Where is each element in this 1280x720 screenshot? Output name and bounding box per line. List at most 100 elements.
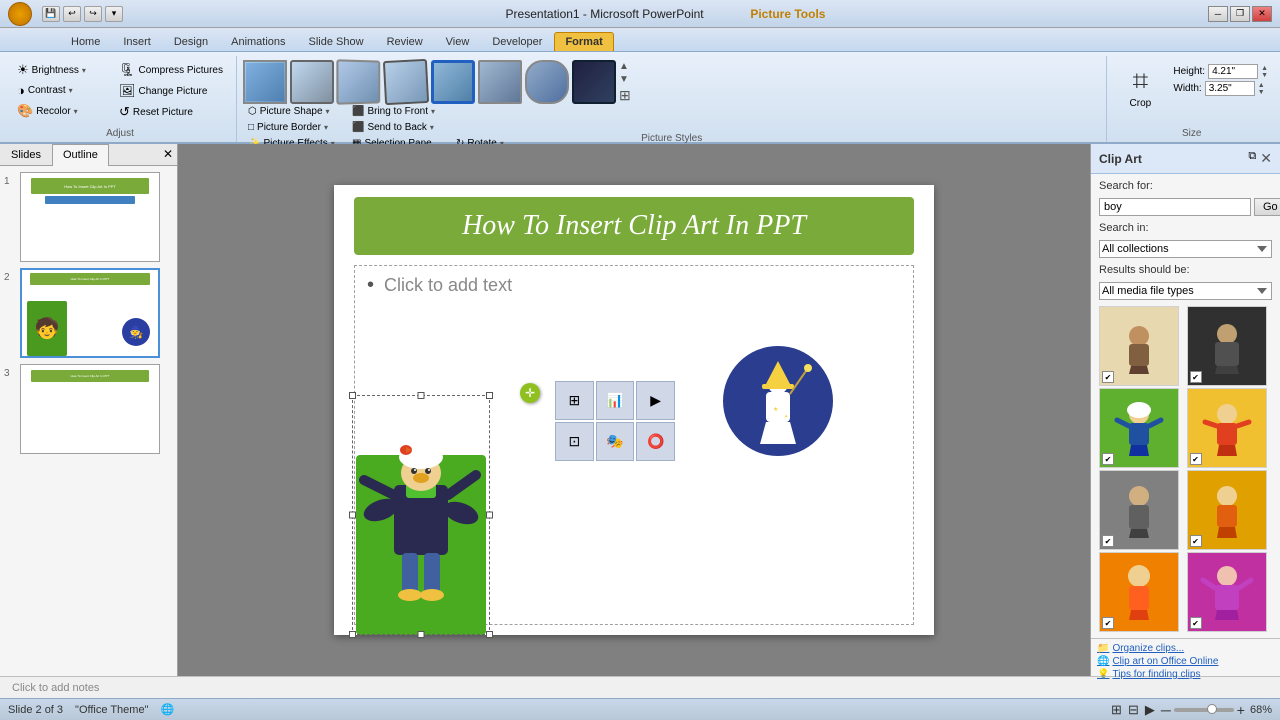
zoom-slider[interactable] [1174,708,1234,712]
reset-picture-button[interactable]: ↺ Reset Picture [114,102,228,122]
tab-review[interactable]: Review [376,32,434,51]
slide-title-text: How To Insert Clip Art In PPT [462,210,806,242]
pic-style-3[interactable] [336,59,380,104]
save-icon[interactable]: 💾 [42,6,60,22]
results-select[interactable]: All media file types [1099,282,1272,300]
picture-shape-button[interactable]: ⬡ Picture Shape ▾ [243,104,343,119]
clipart-panel: Clip Art ⧉ ✕ Search for: Go Search in: A… [1090,144,1280,676]
pic-style-8[interactable] [572,60,616,104]
zoom-thumb[interactable] [1207,704,1217,714]
clipart-panel-close[interactable]: ✕ [1260,150,1272,167]
zoom-in-button[interactable]: + [1237,702,1245,718]
picture-icon[interactable]: ⊡ [555,422,594,461]
theme-info: "Office Theme" [75,704,148,716]
clipart-item-6[interactable]: ✔ [1187,470,1267,550]
height-input[interactable] [1208,64,1258,79]
tab-design[interactable]: Design [163,32,219,51]
pic-style-7[interactable] [525,60,569,104]
clipart-icon[interactable]: 🎭 [596,422,635,461]
slideshow-icon[interactable]: ▶ [1145,702,1155,718]
close-button[interactable]: ✕ [1252,6,1272,22]
clipart-item-1[interactable]: ✔ [1099,306,1179,386]
change-picture-button[interactable]: 🖼 Change Picture [114,81,228,101]
handle-bl[interactable] [349,631,356,638]
slide-sorter-icon[interactable]: ⊟ [1128,702,1139,718]
clipart-item-2[interactable]: ✔ [1187,306,1267,386]
click-to-add-text[interactable]: • Click to add text [355,266,913,305]
clipart-item-3[interactable]: ✔ [1099,388,1179,468]
brightness-button[interactable]: ☀ Brightness ▾ [12,60,112,80]
pic-style-1[interactable] [243,60,287,104]
tab-slides[interactable]: Slides [0,144,52,165]
pic-styles-scroll[interactable]: ▲ ▼ ⊞ [619,61,631,104]
slide-item-3[interactable]: 3 How To Insert Clip Art In PPT [4,364,173,454]
smartart-icon[interactable]: ▶ [636,381,675,420]
tips-link[interactable]: 💡 Tips for finding clips [1097,669,1274,680]
handle-tm[interactable] [418,392,425,399]
chart-icon[interactable]: 📊 [596,381,635,420]
tab-outline[interactable]: Outline [52,144,109,166]
compress-button[interactable]: 🗜 Compress Pictures [114,60,228,80]
clipart-item-8[interactable]: ✔ [1187,552,1267,632]
cartoon-boy-container[interactable]: ✛ [352,395,490,635]
minimize-button[interactable]: ─ [1208,6,1228,22]
wizard-clipart[interactable]: ★ ★ ✦ [723,346,833,456]
notes-bar[interactable]: Click to add notes [0,676,1280,698]
clipart-search-input[interactable] [1099,198,1251,216]
slide-item-2[interactable]: 2 How To Insert Clip Art In PPT 🧒 🧙 [4,268,173,358]
normal-view-icon[interactable]: ⊞ [1111,702,1122,718]
slide-preview-3[interactable]: How To Insert Clip Art In PPT [20,364,160,454]
tab-home[interactable]: Home [60,32,111,51]
zoom-out-button[interactable]: ─ [1161,702,1171,718]
clipart-item-5[interactable]: ✔ [1099,470,1179,550]
search-in-select[interactable]: All collections [1099,240,1272,258]
organize-clips-link[interactable]: 📁 Organize clips... [1097,643,1274,654]
tab-animations[interactable]: Animations [220,32,296,51]
tab-insert[interactable]: Insert [112,32,162,51]
handle-tl[interactable] [349,392,356,399]
pic-style-4[interactable] [383,59,429,105]
tab-developer[interactable]: Developer [481,32,553,51]
table-icon[interactable]: ⊞ [555,381,594,420]
clipart-item-7[interactable]: ✔ [1099,552,1179,632]
content-placeholder[interactable]: ⊞ 📊 ▶ ⊡ 🎭 ⭕ [555,381,675,461]
pic-style-6[interactable] [478,60,522,104]
tab-slideshow[interactable]: Slide Show [298,32,375,51]
restore-button[interactable]: ❐ [1230,6,1250,22]
tab-view[interactable]: View [435,32,481,51]
contrast-button[interactable]: ◑ Contrast ▾ [12,81,112,100]
height-spinner[interactable]: ▲ ▼ [1261,65,1268,79]
width-input[interactable] [1205,81,1255,96]
slide-preview-2[interactable]: How To Insert Clip Art In PPT 🧒 🧙 [20,268,160,358]
picture-shape-icon: ⬡ [248,106,257,117]
pic-style-5-selected[interactable] [431,60,475,104]
handle-ml[interactable] [349,512,356,519]
slides-panel-close[interactable]: ✕ [159,144,177,165]
clipart-go-button[interactable]: Go [1254,198,1280,216]
slide-item-1[interactable]: 1 How To Insert Clip Art In PPT [4,172,173,262]
handle-bm[interactable] [418,631,425,638]
language-icon: 🌐 [160,703,174,716]
clipart-item-7-check: ✔ [1102,617,1114,629]
handle-tr[interactable] [486,392,493,399]
more-icon[interactable]: ▾ [105,6,123,22]
redo-icon[interactable]: ↪ [84,6,102,22]
office-button[interactable] [8,2,32,26]
undo-icon[interactable]: ↩ [63,6,81,22]
tab-format[interactable]: Format [554,32,613,51]
recolor-button[interactable]: 🎨 Recolor ▾ [12,101,112,121]
slide-title-box[interactable]: How To Insert Clip Art In PPT [354,197,914,255]
slide-preview-1[interactable]: How To Insert Clip Art In PPT [20,172,160,262]
clipart-undock-icon[interactable]: ⧉ [1248,150,1256,167]
handle-br[interactable] [486,631,493,638]
handle-mr[interactable] [486,512,493,519]
width-spinner[interactable]: ▲ ▼ [1258,82,1265,96]
clip-art-online-link[interactable]: 🌐 Clip art on Office Online [1097,656,1274,667]
clipart-item-4[interactable]: ✔ [1187,388,1267,468]
media-icon[interactable]: ⭕ [636,422,675,461]
pic-style-2[interactable] [290,60,334,104]
results-label: Results should be: [1099,264,1272,276]
bring-to-front-button[interactable]: ⬛ Bring to Front ▾ [347,104,447,119]
picture-shape-arrow: ▾ [326,107,330,116]
crop-button[interactable]: ⌗ Crop [1115,60,1165,114]
